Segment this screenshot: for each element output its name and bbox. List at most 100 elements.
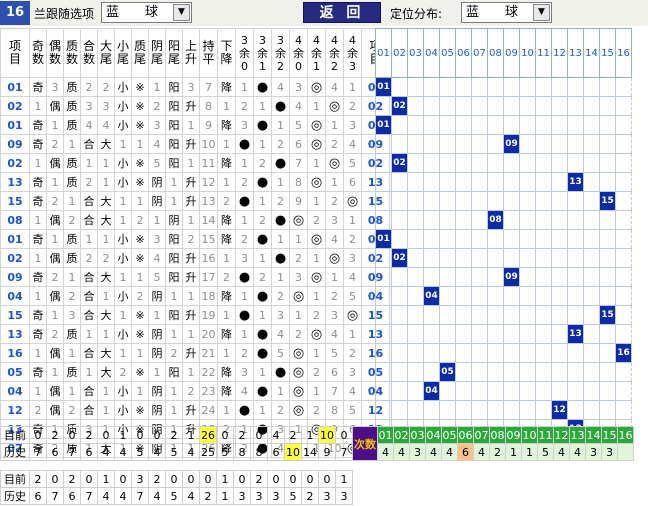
stat-cell: ◎ <box>289 400 308 420</box>
grid-cell <box>407 324 424 344</box>
stat-cell: 质 <box>63 153 81 173</box>
grid-row: 13 <box>375 324 632 344</box>
grid-cell <box>439 96 456 116</box>
grid-cell <box>375 381 392 401</box>
draw-number: 05 <box>0 362 30 382</box>
stat-cell: 合 <box>80 305 98 325</box>
grid-cell <box>423 305 440 325</box>
grid-cell <box>615 210 632 230</box>
column-header: 3 余 0 <box>235 28 254 78</box>
next-count-value: 4 <box>569 443 586 461</box>
summary-cell: 4 <box>97 487 115 505</box>
summary-cell: 0 <box>114 470 132 488</box>
stat-cell: 降 <box>217 229 236 249</box>
grid-cell <box>535 400 552 420</box>
stat-cell: 1 <box>165 172 183 192</box>
summary-cell: 6 <box>46 443 64 461</box>
stat-cell: 1 <box>114 134 132 154</box>
grid-cell <box>407 153 424 173</box>
grid-cell <box>455 115 472 135</box>
grid-cell <box>439 229 456 249</box>
summary-cell: 6 <box>267 443 285 461</box>
grid-cell <box>391 229 408 249</box>
stat-cell: 1 <box>235 324 254 344</box>
grid-cell <box>535 77 552 97</box>
stat-cell: 15 <box>199 229 218 249</box>
grid-cell <box>599 77 616 97</box>
stat-cell: 4 <box>148 134 166 154</box>
grid-row: 05 <box>375 362 632 382</box>
column-header: 4 余 0 <box>289 28 308 78</box>
summary-cell: 10 <box>284 443 302 461</box>
stat-cell: 奇 <box>29 77 47 97</box>
stat-cell: 5 <box>343 286 362 306</box>
stat-cell: 2 <box>29 400 47 420</box>
stat-cell: ● <box>253 381 272 401</box>
stat-cell: ● <box>253 324 272 344</box>
draw-number: 02 <box>0 248 30 268</box>
bottom-summary-2: 目前 2 0 2 0 1 0 3 2 0 0 0 1 0 2 0 0 0 0 1 历史 6 7 6 7 4 4 7 4 5 4 2 1 3 3 3 5 2… <box>0 470 353 505</box>
grid-cell <box>487 324 504 344</box>
summary-cell: 8 <box>233 443 251 461</box>
stat-cell: 小 <box>114 324 132 344</box>
draw-number: 02 <box>0 96 30 116</box>
stat-cell: 2 <box>46 324 64 344</box>
grid-cell <box>407 134 424 154</box>
grid-cell <box>535 362 552 382</box>
stat-cell: 1 <box>325 172 344 192</box>
locate-select[interactable]: 蓝 球 ▼ <box>461 2 552 23</box>
stat-cell: 质 <box>63 115 81 135</box>
stat-cell: 质 <box>63 324 81 344</box>
stat-cell: 9 <box>289 191 308 211</box>
grid-row: 16 <box>375 343 632 363</box>
summary-cell: 2 <box>63 470 81 488</box>
grid-cell <box>455 267 472 287</box>
stat-cell: 3 <box>325 305 344 325</box>
locate-label: 定位分布: <box>390 7 443 21</box>
grid-cell <box>375 267 392 287</box>
stat-cell: ◎ <box>343 191 362 211</box>
grid-cell <box>487 286 504 306</box>
grid-cell <box>471 362 488 382</box>
grid-cell <box>567 267 584 287</box>
stat-cell: 1 <box>253 134 272 154</box>
stat-cell: 2 <box>325 134 344 154</box>
stat-cell: 1 <box>289 305 308 325</box>
summary-cell: 0 <box>267 470 285 488</box>
table-row: 12 2 偶 2 合 1 小 ※ 阴 1 升 24 1 ● 1 2 ◎ 2 8 5 12 <box>0 400 390 420</box>
grid-cell <box>583 305 600 325</box>
stat-cell: 2 <box>343 343 362 363</box>
stat-cell: 1 <box>253 362 272 382</box>
grid-cell <box>455 305 472 325</box>
grid-cell <box>471 267 488 287</box>
stat-cell: 1 <box>165 400 183 420</box>
chevron-down-icon[interactable]: ▼ <box>533 4 550 21</box>
stat-cell: 14 <box>199 210 218 230</box>
grid-cell <box>455 362 472 382</box>
stat-cell: 4 <box>289 96 308 116</box>
stat-cell: 1 <box>29 381 47 401</box>
grid-cell <box>583 210 600 230</box>
stat-cell: 4 <box>271 77 290 97</box>
grid-cell <box>407 191 424 211</box>
summary-label: 目前 <box>0 426 30 444</box>
stat-cell: 1 <box>114 191 132 211</box>
stat-cell: 1 <box>97 153 115 173</box>
summary-cell: 2 <box>233 426 251 444</box>
stat-cell: 3 <box>235 248 254 268</box>
chevron-down-icon[interactable]: ▼ <box>173 4 190 21</box>
summary-cell: 6 <box>63 487 81 505</box>
stat-cell: 9 <box>199 115 218 135</box>
column-header: 偶 数 <box>46 28 64 78</box>
summary-cell: 2 <box>284 426 302 444</box>
stat-cell: ● <box>235 305 254 325</box>
stat-cell: 1 <box>46 362 64 382</box>
grid-cell <box>407 267 424 287</box>
follow-option-select[interactable]: 蓝 球 ▼ <box>101 2 192 23</box>
stat-cell: 7 <box>289 153 308 173</box>
back-button[interactable]: 返 回 <box>303 2 381 23</box>
grid-cell <box>391 324 408 344</box>
stat-cell: ● <box>253 172 272 192</box>
stats-table-wrap: 项 目奇 数偶 数质 数合 数大 尾小 尾质 尾阴 尾阳 尾上 升持 平下 降3… <box>0 28 390 458</box>
next-count-value: 4 <box>473 443 490 461</box>
